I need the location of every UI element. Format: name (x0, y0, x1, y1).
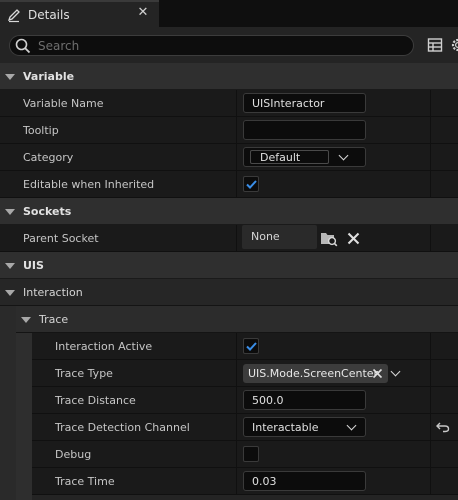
property-label: Trace Distance (55, 394, 136, 407)
tab-bar: Details ✕ (0, 0, 458, 27)
category-label: Variable (23, 70, 75, 83)
property-label: Interaction Active (55, 340, 153, 353)
trace-type-tag[interactable]: UIS.Mode.ScreenCenter (243, 364, 388, 383)
expand-arrow-icon (21, 317, 31, 323)
category-combo[interactable]: Default (243, 147, 366, 167)
row-debug: Debug (32, 441, 458, 468)
category-variable[interactable]: Variable (0, 63, 458, 90)
row-trace-detection-channel: Trace Detection Channel Interactable (32, 414, 458, 441)
indent-gutter (16, 333, 32, 500)
field-value: Default (260, 151, 301, 164)
property-label: Trace Detection Channel (55, 421, 190, 434)
subcategory-interaction[interactable]: Interaction (0, 279, 458, 306)
clear-icon[interactable] (347, 232, 360, 245)
interaction-active-checkbox[interactable] (243, 338, 259, 354)
chevron-down-icon[interactable] (390, 366, 401, 377)
browse-folder-icon[interactable] (320, 230, 338, 247)
chevron-down-icon[interactable] (338, 150, 349, 161)
field-value: 0.03 (252, 475, 277, 488)
search-icon (15, 38, 31, 54)
row-trace-time: Trace Time 0.03 (32, 468, 458, 495)
field-value: 500.0 (252, 394, 284, 407)
subcategory-trace[interactable]: Trace (16, 306, 458, 333)
row-variable-name: Variable Name UISInteractor (0, 90, 458, 117)
check-icon (246, 180, 257, 189)
remove-tag-icon[interactable] (372, 368, 383, 379)
property-label: Trace Type (55, 367, 113, 380)
check-icon (246, 342, 257, 351)
trace-time-field[interactable]: 0.03 (243, 471, 366, 491)
search-placeholder: Search (38, 39, 80, 53)
expand-arrow-icon (5, 74, 15, 80)
category-label: Interaction (23, 286, 83, 299)
indent-gutter (0, 306, 16, 500)
row-trace-distance: Trace Distance 500.0 (32, 387, 458, 414)
trace-channel-dropdown[interactable]: Interactable (243, 417, 366, 437)
property-label: Trace Time (55, 475, 115, 488)
gear-icon[interactable] (449, 36, 458, 54)
property-label: Parent Socket (23, 232, 99, 245)
property-label: Tooltip (23, 124, 59, 137)
row-editable-inherited: Editable when Inherited (0, 171, 458, 198)
row-interaction-active: Interaction Active (32, 333, 458, 360)
parent-socket-value[interactable]: None (242, 225, 317, 249)
property-label: Category (23, 151, 74, 164)
field-value: Interactable (252, 421, 319, 434)
chevron-down-icon (346, 420, 357, 431)
pencil-icon (7, 9, 20, 23)
property-label: Editable when Inherited (23, 178, 155, 191)
tab-title: Details (28, 8, 70, 22)
reset-to-default-icon[interactable] (436, 421, 450, 433)
expand-arrow-icon (5, 263, 15, 269)
field-value: UIS.Mode.ScreenCenter (248, 367, 379, 380)
category-label: UIS (23, 259, 44, 272)
row-parent-socket: Parent Socket None (0, 225, 458, 252)
search-input[interactable]: Search (9, 35, 414, 56)
close-icon[interactable]: ✕ (136, 6, 150, 20)
variable-name-field[interactable]: UISInteractor (243, 93, 366, 113)
field-value: None (251, 230, 280, 243)
row-category: Category Default (0, 144, 458, 171)
category-label: Trace (39, 313, 69, 326)
expand-arrow-icon (5, 209, 15, 215)
field-value: UISInteractor (252, 97, 325, 110)
category-label: Sockets (23, 205, 72, 218)
expand-arrow-icon (5, 290, 15, 296)
debug-checkbox[interactable] (243, 446, 259, 462)
editable-checkbox[interactable] (243, 176, 259, 192)
property-label: Debug (55, 448, 92, 461)
tooltip-field[interactable] (243, 120, 366, 140)
details-panel: Search Variable Variable Name UISInterac… (0, 27, 458, 500)
tab-details[interactable]: Details ✕ (0, 0, 159, 27)
category-text-input[interactable]: Default (250, 150, 329, 164)
row-trace-type: Trace Type UIS.Mode.ScreenCenter (32, 360, 458, 387)
table-view-icon[interactable] (427, 37, 443, 53)
row-tooltip: Tooltip (0, 117, 458, 144)
category-sockets[interactable]: Sockets (0, 198, 458, 225)
category-uis[interactable]: UIS (0, 252, 458, 279)
property-label: Variable Name (23, 97, 104, 110)
trace-distance-field[interactable]: 500.0 (243, 390, 366, 410)
